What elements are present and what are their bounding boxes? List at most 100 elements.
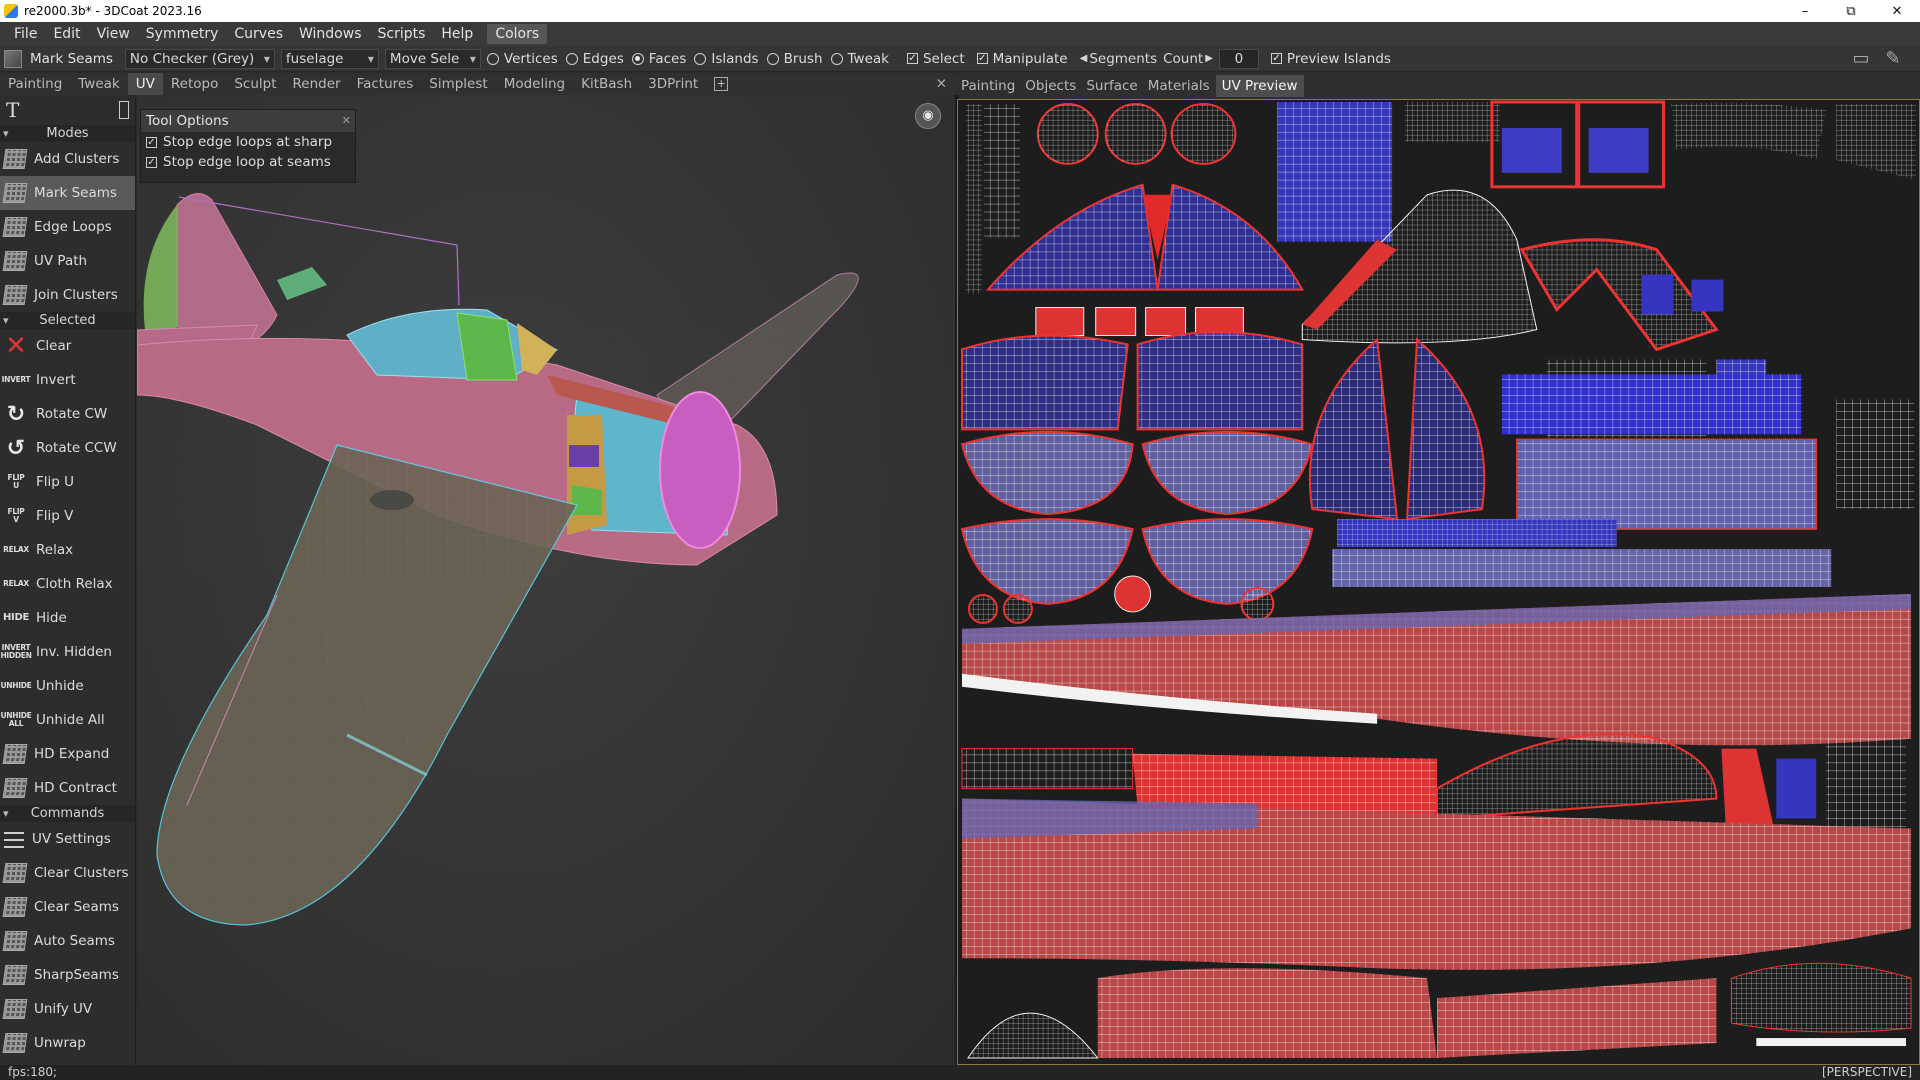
segments-decrease-arrow-icon[interactable]: ◀ xyxy=(1080,53,1088,64)
panel-toggle-icon[interactable] xyxy=(119,101,129,119)
brush-pen-icon[interactable]: ✎ xyxy=(1880,48,1906,70)
camera-view-icon[interactable]: ◉ xyxy=(915,103,941,129)
tab-factures[interactable]: Factures xyxy=(349,73,422,95)
cmd-hd-contract[interactable]: HD Contract xyxy=(0,771,135,805)
tool-options-header[interactable]: Tool Options ✕ xyxy=(141,110,355,132)
cmd-unhide[interactable]: UNHIDE Unhide xyxy=(0,669,135,703)
radio-faces[interactable]: Faces xyxy=(631,51,686,67)
cmd-uv-settings[interactable]: UV Settings xyxy=(0,822,135,856)
select-checkbox[interactable]: ✓ Select xyxy=(906,51,965,67)
tab-retopo[interactable]: Retopo xyxy=(163,73,226,95)
tab-tweak[interactable]: Tweak xyxy=(70,73,127,95)
tab-3dprint[interactable]: 3DPrint xyxy=(640,73,706,95)
radio-islands[interactable]: Islands xyxy=(694,51,759,67)
tool-edge-loops[interactable]: Edge Loops xyxy=(0,210,135,244)
cmd-cloth-relax[interactable]: RELAX Cloth Relax xyxy=(0,567,135,601)
section-header-selected[interactable]: Selected xyxy=(0,312,135,329)
menu-edit[interactable]: Edit xyxy=(45,22,88,46)
menu-view[interactable]: View xyxy=(89,22,138,46)
menu-help[interactable]: Help xyxy=(433,22,481,46)
object-dropdown[interactable]: fuselage xyxy=(280,48,379,69)
cmd-auto-seams[interactable]: Auto Seams xyxy=(0,924,135,958)
section-header-modes[interactable]: Modes xyxy=(0,125,135,142)
maximize-button[interactable]: ⧉ xyxy=(1828,0,1874,22)
add-room-icon[interactable]: + xyxy=(714,77,729,91)
clear-x-icon: ✕ xyxy=(5,331,27,361)
cowling-panels-green[interactable] xyxy=(572,485,602,515)
menu-windows[interactable]: Windows xyxy=(291,22,370,46)
tool-join-clusters[interactable]: Join Clusters xyxy=(0,278,135,312)
checker-dropdown[interactable]: No Checker (Grey) xyxy=(124,48,275,69)
uv-map-canvas[interactable] xyxy=(957,99,1920,1065)
propeller-spinner[interactable] xyxy=(659,391,741,549)
menu-colors[interactable]: Colors xyxy=(487,24,548,44)
uv-island-wheels[interactable] xyxy=(1036,102,1237,165)
radio-tweak[interactable]: Tweak xyxy=(830,51,889,67)
cmd-rotate-cw[interactable]: ↻ Rotate CW xyxy=(0,397,135,431)
tab-render[interactable]: Render xyxy=(285,73,349,95)
text-tool-icon[interactable]: T xyxy=(6,98,19,122)
cmd-hide[interactable]: HIDE Hide xyxy=(0,601,135,635)
airplane-model[interactable] xyxy=(137,95,955,1065)
uv-island-blue-blocks[interactable] xyxy=(1277,101,1393,242)
cowling-panels-purple[interactable] xyxy=(569,445,599,467)
cmd-unhide-all[interactable]: UNHIDE ALL Unhide All xyxy=(0,703,135,737)
tab-surface[interactable]: Surface xyxy=(1082,75,1141,97)
tool-mark-seams[interactable]: Mark Seams xyxy=(0,176,135,210)
tab-kitbash[interactable]: KitBash xyxy=(573,73,640,95)
cmd-flip-u[interactable]: FLIP U Flip U xyxy=(0,465,135,499)
tab-uv-preview[interactable]: UV Preview xyxy=(1215,75,1304,97)
cmd-hd-expand[interactable]: HD Expand xyxy=(0,737,135,771)
close-panel-icon[interactable]: ✕ xyxy=(936,76,947,92)
cmd-inv-hidden[interactable]: INVERT HIDDEN Inv. Hidden xyxy=(0,635,135,669)
tab-materials[interactable]: Materials xyxy=(1144,75,1214,97)
cmd-clear-seams[interactable]: Clear Seams xyxy=(0,890,135,924)
uv-island-fuselage-bottom[interactable] xyxy=(961,798,1912,970)
cmd-flip-v[interactable]: FLIP V Flip V xyxy=(0,499,135,533)
projection-mode[interactable]: [PERSPECTIVE] xyxy=(1822,1065,1912,1080)
menu-symmetry[interactable]: Symmetry xyxy=(138,22,227,46)
move-select-dropdown[interactable]: Move Sele xyxy=(384,48,481,69)
option-stop-edge-loop-seams[interactable]: ✓ Stop edge loop at seams xyxy=(141,152,355,172)
tool-uv-path[interactable]: UV Path xyxy=(0,244,135,278)
screen-layout-icon[interactable]: ▭ xyxy=(1848,48,1874,70)
section-header-commands[interactable]: Commands xyxy=(0,805,135,822)
wheel-well[interactable] xyxy=(370,490,414,510)
cmd-sharp-seams[interactable]: SharpSeams xyxy=(0,958,135,992)
cmd-clear-clusters[interactable]: Clear Clusters xyxy=(0,856,135,890)
cmd-unify-uv[interactable]: Unify UV xyxy=(0,992,135,1026)
radio-brush[interactable]: Brush xyxy=(766,51,823,67)
manipulate-checkbox[interactable]: ✓ Manipulate xyxy=(976,51,1068,67)
rudder[interactable] xyxy=(143,205,177,330)
cmd-clear[interactable]: ✕ Clear xyxy=(0,329,135,363)
segments-increase-arrow-icon[interactable]: ▶ xyxy=(1205,53,1213,64)
tab-modeling[interactable]: Modeling xyxy=(496,73,573,95)
uv-preview-panel[interactable] xyxy=(957,99,1920,1065)
cmd-invert[interactable]: INVERT Invert xyxy=(0,363,135,397)
tab-objects[interactable]: Objects xyxy=(1021,75,1080,97)
canopy-frame-green[interactable] xyxy=(456,312,518,381)
tool-add-clusters[interactable]: Add Clusters xyxy=(0,142,135,176)
preview-islands-checkbox[interactable]: ✓ Preview Islands xyxy=(1270,51,1391,67)
menu-curves[interactable]: Curves xyxy=(226,22,291,46)
option-stop-edge-loops-sharp[interactable]: ✓ Stop edge loops at sharp xyxy=(141,132,355,152)
radio-vertices[interactable]: Vertices xyxy=(486,51,558,67)
radio-edges[interactable]: Edges xyxy=(565,51,624,67)
tab-painting-objects[interactable]: Painting xyxy=(957,75,1019,97)
menu-file[interactable]: File xyxy=(6,22,45,46)
tool-options-close-icon[interactable]: ✕ xyxy=(342,110,351,132)
tab-uv[interactable]: UV xyxy=(127,73,163,95)
minimize-button[interactable]: – xyxy=(1782,0,1828,22)
menu-scripts[interactable]: Scripts xyxy=(370,22,434,46)
segments-count-input[interactable]: 0 xyxy=(1218,48,1259,69)
tailplane-tip[interactable] xyxy=(277,267,327,300)
tab-simplest[interactable]: Simplest xyxy=(421,73,495,95)
tab-sculpt[interactable]: Sculpt xyxy=(226,73,284,95)
tab-painting[interactable]: Painting xyxy=(0,73,70,95)
cmd-rotate-ccw[interactable]: ↺ Rotate CCW xyxy=(0,431,135,465)
close-button[interactable]: ✕ xyxy=(1874,0,1920,22)
cmd-relax[interactable]: RELAX Relax xyxy=(0,533,135,567)
3d-viewport[interactable]: ◉ xyxy=(137,95,955,1065)
cowling-panels[interactable] xyxy=(567,415,607,535)
cmd-unwrap[interactable]: Unwrap xyxy=(0,1026,135,1060)
